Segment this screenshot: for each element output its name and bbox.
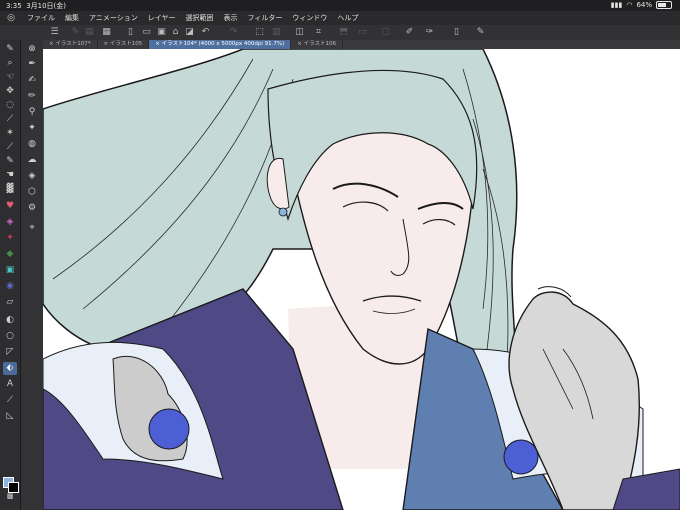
subtool-settings-icon[interactable]: ⚙ <box>25 202 39 215</box>
menu-selection[interactable]: 選択範囲 <box>181 13 219 23</box>
app-logo-icon[interactable]: ◎ <box>0 13 22 23</box>
pen-tool-icon[interactable]: ✎ <box>3 43 17 56</box>
subtool-marker-icon[interactable]: ✍ <box>25 74 39 87</box>
color-brush-green-icon[interactable]: ◆ <box>3 248 17 261</box>
edit-shortcut-icon[interactable]: ✎ <box>475 27 486 38</box>
subtool-blend-icon[interactable]: ☁ <box>25 154 39 167</box>
deselect-icon[interactable]: ▨ <box>271 27 282 38</box>
new-file-icon[interactable]: ▯ <box>125 27 136 38</box>
material-icon[interactable]: ▦ <box>101 27 112 38</box>
subtool-layer-icon[interactable]: ⬡ <box>25 186 39 199</box>
subtool-pen-icon[interactable]: ✒ <box>25 58 39 71</box>
brush-icon[interactable]: ⟋ <box>3 141 17 154</box>
clear-icon[interactable]: ⌂ <box>170 27 181 38</box>
crop-icon[interactable]: ⌗ <box>313 27 324 38</box>
battery-icon <box>656 1 672 9</box>
color-brush-blue-icon[interactable]: ◉ <box>3 280 17 293</box>
menu-file[interactable]: ファイル <box>22 13 60 23</box>
lasso-icon[interactable]: ◌ <box>3 99 17 112</box>
gradient-icon[interactable]: ◺ <box>3 410 17 423</box>
selection-layer-icon[interactable]: ▢ <box>380 27 391 38</box>
subtool-pin-icon[interactable]: ⌖ <box>25 222 39 235</box>
document-tabs: × イラスト107* × イラスト105 × イラスト104* (4000 x … <box>43 40 680 49</box>
polygon-icon[interactable]: ◸ <box>3 346 17 359</box>
pattern-brush-icon[interactable]: ▓ <box>3 183 17 196</box>
device-icon[interactable]: ▯ <box>451 27 462 38</box>
text-tool-icon[interactable]: A <box>3 378 17 391</box>
illustration-artwork <box>43 49 680 510</box>
status-time-date: 3:35 3月10日(金) <box>6 1 66 11</box>
hand-icon[interactable]: ☜ <box>3 71 17 84</box>
tab-illust-107[interactable]: × イラスト107* <box>43 40 98 49</box>
tab-illust-104[interactable]: × イラスト104* (4000 x 5000px 400dpi 91.7%) <box>149 40 292 49</box>
vector-eraser-icon[interactable]: ✑ <box>424 27 435 38</box>
eyedropper-icon[interactable]: ⟋ <box>3 113 17 126</box>
signal-icon: ▮▮▮ <box>610 1 623 9</box>
transform-icon[interactable]: ⬒ <box>338 27 349 38</box>
pen-pressure-icon[interactable]: ✎ <box>70 27 81 38</box>
menu-help[interactable]: ヘルプ <box>332 13 363 23</box>
menu-filter[interactable]: フィルター <box>243 13 288 23</box>
menu-edit[interactable]: 編集 <box>60 13 84 23</box>
blur-icon[interactable]: ◐ <box>3 314 17 327</box>
eraser-icon[interactable]: ▱ <box>3 296 17 309</box>
status-date: 3月10日(金) <box>26 2 67 10</box>
status-bar: 3:35 3月10日(金) ▮▮▮ ◠ 64% <box>0 0 680 11</box>
tab-illust-106[interactable]: × イラスト106 <box>291 40 344 49</box>
fill-tool-icon[interactable]: ⬖ <box>3 362 17 375</box>
subtool-brush-icon[interactable]: ⚲ <box>25 106 39 119</box>
menu-view[interactable]: 表示 <box>219 13 243 23</box>
transparent-color-icon[interactable]: ▩ <box>3 490 17 503</box>
subtool-airbrush-icon[interactable]: ◍ <box>25 138 39 151</box>
ruler-icon[interactable]: ⟋ <box>3 394 17 407</box>
fill-icon[interactable]: ◪ <box>184 27 195 38</box>
airbrush-icon[interactable]: ✎ <box>3 155 17 168</box>
invert-selection-icon[interactable]: ◫ <box>294 27 305 38</box>
menu-animation[interactable]: アニメーション <box>84 13 143 23</box>
ellipse-icon[interactable]: ○ <box>3 330 17 343</box>
color-brush-cyan-icon[interactable]: ▣ <box>3 264 17 277</box>
save-icon[interactable]: ▣ <box>156 27 167 38</box>
battery-percent: 64% <box>636 1 652 9</box>
status-indicators: ▮▮▮ ◠ 64% <box>611 1 672 9</box>
subtool-fill-icon[interactable]: ◈ <box>25 170 39 183</box>
tool-palette: ✎ ⌕ ☜ ✥ ◌ ⟋ ✶ ⟋ ✎ ☚ ▓ ♥ ◈ ✦ ◆ ▣ ◉ ▱ ◐ ○ … <box>0 40 21 510</box>
subtool-pencil-icon[interactable]: ✏ <box>25 90 39 103</box>
zoom-icon[interactable]: ⌕ <box>3 57 17 70</box>
select-all-icon[interactable]: ⬚ <box>254 27 265 38</box>
undo-icon[interactable]: ↶ <box>200 27 211 38</box>
blend-icon[interactable]: ☚ <box>3 169 17 182</box>
tab-illust-105[interactable]: × イラスト105 <box>98 40 150 49</box>
color-brush-crimson-icon[interactable]: ✦ <box>3 232 17 245</box>
sub-tool-palette: ⊗ ✒ ✍ ✏ ⚲ ✦ ◍ ☁ ◈ ⬡ ⚙ ⌖ <box>21 40 44 510</box>
open-folder-icon[interactable]: ▭ <box>141 27 152 38</box>
menu-layer[interactable]: レイヤー <box>143 13 181 23</box>
battery-level <box>658 3 666 7</box>
layer-property-icon[interactable]: ▤ <box>84 27 95 38</box>
close-palette-icon[interactable]: ⊗ <box>25 43 39 56</box>
scale-icon[interactable]: ▭ <box>357 27 368 38</box>
drawing-canvas[interactable] <box>43 49 680 510</box>
correction-icon[interactable]: ✐ <box>404 27 415 38</box>
wifi-icon: ◠ <box>626 1 633 9</box>
status-time: 3:35 <box>6 2 22 10</box>
move-icon[interactable]: ✥ <box>3 85 17 98</box>
subtool-watercolor-icon[interactable]: ✦ <box>25 122 39 135</box>
menu-bar: ◎ ファイル 編集 アニメーション レイヤー 選択範囲 表示 フィルター ウィン… <box>0 11 680 25</box>
menu-window[interactable]: ウィンドウ <box>287 13 332 23</box>
redo-icon[interactable]: ↷ <box>228 27 239 38</box>
color-brush-pink-icon[interactable]: ◈ <box>3 216 17 229</box>
command-bar: ☰ ✎ ▤ ▦ ▯ ▭ ▣ ⌂ ◪ ↶ ↷ ⬚ ▨ ◫ ⌗ ⬒ ▭ ▢ ✐ ✑ … <box>0 25 680 41</box>
menu-list-icon[interactable]: ☰ <box>49 27 60 38</box>
color-brush-red-icon[interactable]: ♥ <box>3 200 17 213</box>
magic-wand-icon[interactable]: ✶ <box>3 127 17 140</box>
